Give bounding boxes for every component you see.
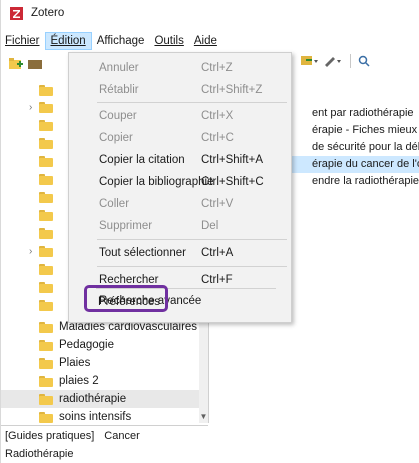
menu-item-shortcut: Ctrl+C xyxy=(201,132,234,144)
add-by-identifier-icon[interactable] xyxy=(301,55,319,67)
collection-pedagogie[interactable]: Pedagogie xyxy=(1,336,208,354)
collection-plaies-2[interactable]: plaies 2 xyxy=(1,372,208,390)
preferences-highlight xyxy=(84,285,168,312)
menu-edition[interactable]: Édition xyxy=(44,32,92,50)
folder-icon xyxy=(39,393,53,405)
chevron-right-icon[interactable]: › xyxy=(29,102,39,113)
folder-icon xyxy=(39,101,53,113)
new-group-icon[interactable] xyxy=(28,58,42,70)
menu-item-supprimer[interactable]: Supprimer Del xyxy=(69,215,291,237)
menu-item-shortcut: Ctrl+X xyxy=(201,110,234,122)
menu-item-couper[interactable]: Couper Ctrl+X xyxy=(69,105,291,127)
menu-item-tout-selectionner[interactable]: Tout sélectionner Ctrl+A xyxy=(69,242,291,264)
zotero-window: Zotero Fichier Édition Affichage Outils … xyxy=(0,0,419,463)
menu-item-label: Supprimer xyxy=(99,220,153,232)
folder-icon xyxy=(39,227,53,239)
toolbar-right xyxy=(301,54,370,68)
tag-cancer[interactable]: Cancer xyxy=(104,430,139,442)
folder-icon xyxy=(39,281,53,293)
menu-separator xyxy=(97,266,287,267)
menu-outils[interactable]: Outils xyxy=(149,32,188,50)
menu-item-label: Annuler xyxy=(99,62,139,74)
menu-item-label: Coller xyxy=(99,198,130,210)
menu-bar: Fichier Édition Affichage Outils Aide xyxy=(1,32,222,50)
menu-separator xyxy=(97,239,287,240)
collection-radiotherapie[interactable]: radiothérapie xyxy=(1,390,208,408)
tag-radiotherapie[interactable]: Radiothérapie xyxy=(5,448,74,460)
folder-icon xyxy=(39,339,53,351)
menu-fichier[interactable]: Fichier xyxy=(1,32,45,50)
menu-item-retablir[interactable]: Rétablir Ctrl+Shift+Z xyxy=(69,79,291,101)
collection-plaies[interactable]: Plaies xyxy=(1,354,208,372)
menu-aide-label: Aide xyxy=(193,35,217,47)
folder-icon xyxy=(39,245,53,257)
menu-outils-label: Outils xyxy=(154,35,184,47)
folder-icon xyxy=(39,155,53,167)
search-icon[interactable] xyxy=(358,55,370,67)
folder-icon xyxy=(39,411,53,423)
menu-item-shortcut: Ctrl+Shift+C xyxy=(201,176,264,188)
zotero-logo-icon xyxy=(10,6,23,20)
tag-selector: [Guides pratiques] Cancer xyxy=(1,425,208,446)
menu-item-copier-bibliographie[interactable]: Copier la bibliographie Ctrl+Shift+C xyxy=(69,171,291,193)
collection-label: soins intensifs xyxy=(59,411,132,423)
new-collection-icon[interactable] xyxy=(9,58,23,70)
menu-item-shortcut: Ctrl+Z xyxy=(201,62,233,74)
menu-item-annuler[interactable]: Annuler Ctrl+Z xyxy=(69,57,291,79)
menu-item-coller[interactable]: Coller Ctrl+V xyxy=(69,193,291,215)
folder-icon xyxy=(39,137,53,149)
folder-icon xyxy=(39,375,53,387)
menu-aide[interactable]: Aide xyxy=(189,32,222,50)
menu-item-shortcut: Ctrl+Shift+A xyxy=(201,154,263,166)
menu-item-label: Couper xyxy=(99,110,137,122)
folder-icon xyxy=(39,357,53,369)
menu-affichage[interactable]: Affichage xyxy=(92,32,150,50)
menu-fichier-label: Fichier xyxy=(5,35,40,47)
menu-edition-label: Édition xyxy=(50,35,86,47)
menu-item-shortcut: Del xyxy=(201,220,219,232)
folder-icon xyxy=(39,84,53,96)
scroll-down-icon[interactable]: ▼ xyxy=(199,411,208,423)
tag-guides-pratiques[interactable]: [Guides pratiques] xyxy=(5,430,94,442)
collection-label: Plaies xyxy=(59,357,91,369)
menu-item-shortcut: Ctrl+V xyxy=(201,198,234,210)
folder-icon xyxy=(39,173,53,185)
folder-icon xyxy=(39,119,53,131)
folder-icon xyxy=(39,299,53,311)
menu-item-label: Tout sélectionner xyxy=(99,247,186,259)
menu-item-label: Copier xyxy=(99,132,133,144)
collection-label: radiothérapie xyxy=(59,393,127,405)
window-title: Zotero xyxy=(31,7,65,19)
collection-label: plaies 2 xyxy=(59,375,99,387)
chevron-right-icon[interactable]: › xyxy=(29,246,39,257)
folder-icon xyxy=(39,209,53,221)
edit-menu-dropdown: Annuler Ctrl+Z Rétablir Ctrl+Shift+Z Cou… xyxy=(68,52,292,323)
menu-item-shortcut: Ctrl+F xyxy=(201,274,233,286)
menu-separator xyxy=(97,102,287,103)
menu-item-shortcut: Ctrl+Shift+Z xyxy=(201,84,263,96)
menu-item-copier[interactable]: Copier Ctrl+C xyxy=(69,127,291,149)
folder-icon xyxy=(39,263,53,275)
toolbar-separator xyxy=(350,54,351,68)
menu-item-label: Copier la citation xyxy=(99,154,185,166)
title-bar: Zotero xyxy=(1,0,419,26)
folder-icon xyxy=(39,191,53,203)
menu-affichage-label: Affichage xyxy=(96,35,145,47)
collection-soins-intensifs[interactable]: soins intensifs xyxy=(1,408,208,426)
menu-item-label: Copier la bibliographie xyxy=(99,176,214,188)
folder-icon xyxy=(39,321,53,333)
collection-label: Pedagogie xyxy=(59,339,114,351)
new-note-icon[interactable] xyxy=(323,55,343,67)
menu-item-label: Rétablir xyxy=(99,84,139,96)
menu-item-copier-citation[interactable]: Copier la citation Ctrl+Shift+A xyxy=(69,149,291,171)
menu-item-shortcut: Ctrl+A xyxy=(201,247,234,259)
